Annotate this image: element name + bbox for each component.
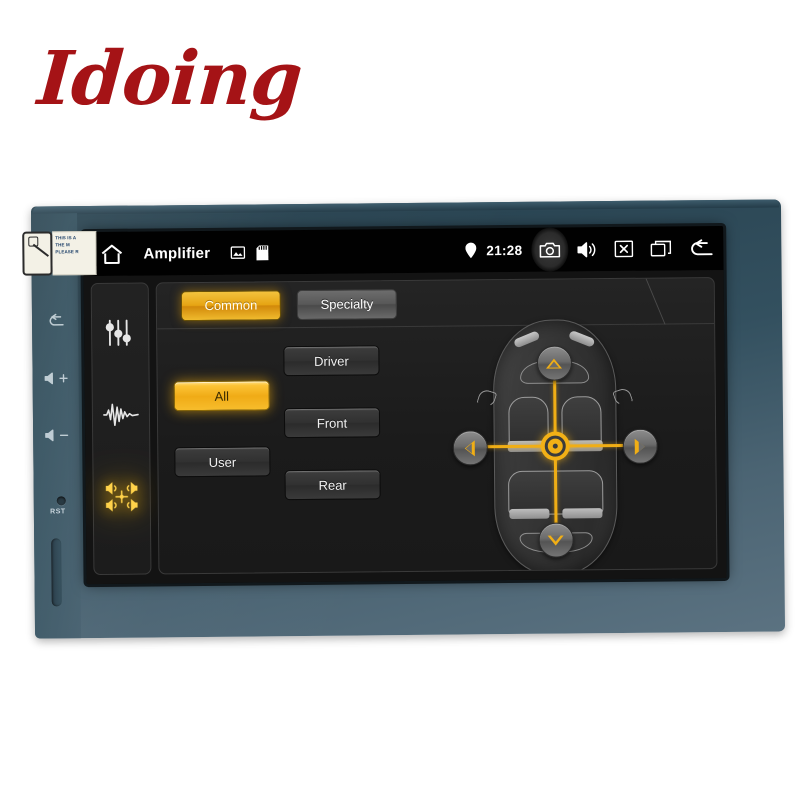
- reset-label: RST: [50, 508, 66, 516]
- location-pin-icon: [460, 228, 482, 272]
- arrow-up-button[interactable]: [536, 345, 572, 381]
- sidebar-item-sound-field[interactable]: [99, 396, 143, 434]
- gallery-icon[interactable]: [230, 246, 245, 260]
- preset-all-button[interactable]: All: [173, 380, 270, 412]
- hw-back-button[interactable]: [39, 311, 73, 333]
- status-bar-clock: 21:28: [486, 242, 523, 258]
- tab-common[interactable]: Common: [180, 289, 282, 321]
- sd-card-icon[interactable]: [256, 244, 269, 260]
- headlight-right: [567, 329, 595, 348]
- options-area: All User Driver Front Rear: [157, 319, 716, 575]
- camera-icon[interactable]: [531, 227, 569, 272]
- back-arrow-icon[interactable]: [679, 226, 723, 270]
- sticker-warning-text: THIS IS A THE M PLEASE R: [52, 230, 97, 276]
- recent-apps-icon[interactable]: [642, 226, 679, 270]
- brand-logo: Idoing: [34, 36, 305, 122]
- sidebar: [90, 282, 152, 576]
- car-head-unit-device: RST THIS IS A THE M PLEASE R Amplifier 2…: [22, 199, 786, 639]
- arrow-left-button[interactable]: [452, 430, 488, 466]
- cushion-rear-right: [561, 508, 602, 519]
- status-bar: Amplifier 21:28: [83, 225, 724, 277]
- cushion-rear-left: [508, 508, 549, 520]
- preset-column-mid: Driver Front Rear: [275, 327, 395, 572]
- close-box-icon[interactable]: [605, 227, 642, 271]
- car-balance-pad[interactable]: [451, 319, 658, 575]
- preset-rear-button[interactable]: Rear: [284, 469, 381, 501]
- device-side-slot: [51, 538, 62, 607]
- sidebar-item-equalizer[interactable]: [98, 314, 142, 352]
- volume-icon[interactable]: [568, 227, 605, 271]
- lcd-screen: Amplifier 21:28 Common Specialty All Use…: [83, 225, 727, 585]
- preset-front-button[interactable]: Front: [283, 407, 381, 439]
- reset-pinhole[interactable]: [56, 496, 66, 506]
- hw-volume-down-button[interactable]: [40, 428, 74, 446]
- status-bar-right-group: 21:28: [460, 226, 723, 273]
- sidebar-item-balance-fader[interactable]: [100, 478, 144, 516]
- tab-specialty[interactable]: Specialty: [296, 288, 398, 320]
- page-title: Amplifier: [143, 244, 211, 263]
- hw-volume-up-button[interactable]: [40, 371, 74, 389]
- content-panel: Common Specialty All User Driver Front R…: [155, 277, 718, 575]
- preset-column-left: All User: [157, 328, 277, 573]
- device-top-edge: [32, 199, 779, 215]
- preset-driver-button[interactable]: Driver: [283, 345, 380, 377]
- app-body: Common Specialty All User Driver Front R…: [83, 269, 727, 585]
- headlight-left: [512, 330, 540, 349]
- device-left-bezel: RST: [31, 213, 82, 639]
- status-bar-spacer: [279, 250, 460, 252]
- protective-film-sticker: THIS IS A THE M PLEASE R: [22, 230, 97, 276]
- arrow-down-button[interactable]: [538, 522, 574, 558]
- sticker-line-3: PLEASE R: [55, 249, 79, 255]
- preset-user-button[interactable]: User: [174, 446, 271, 478]
- peel-corner-icon: [22, 231, 53, 276]
- crosshair-center-handle[interactable]: [540, 431, 570, 461]
- balance-pad-column: [393, 319, 716, 575]
- screenshot-root: Idoing RST THIS IS A THE M PLEASE R Ampl…: [0, 0, 800, 800]
- arrow-right-button[interactable]: [622, 428, 658, 464]
